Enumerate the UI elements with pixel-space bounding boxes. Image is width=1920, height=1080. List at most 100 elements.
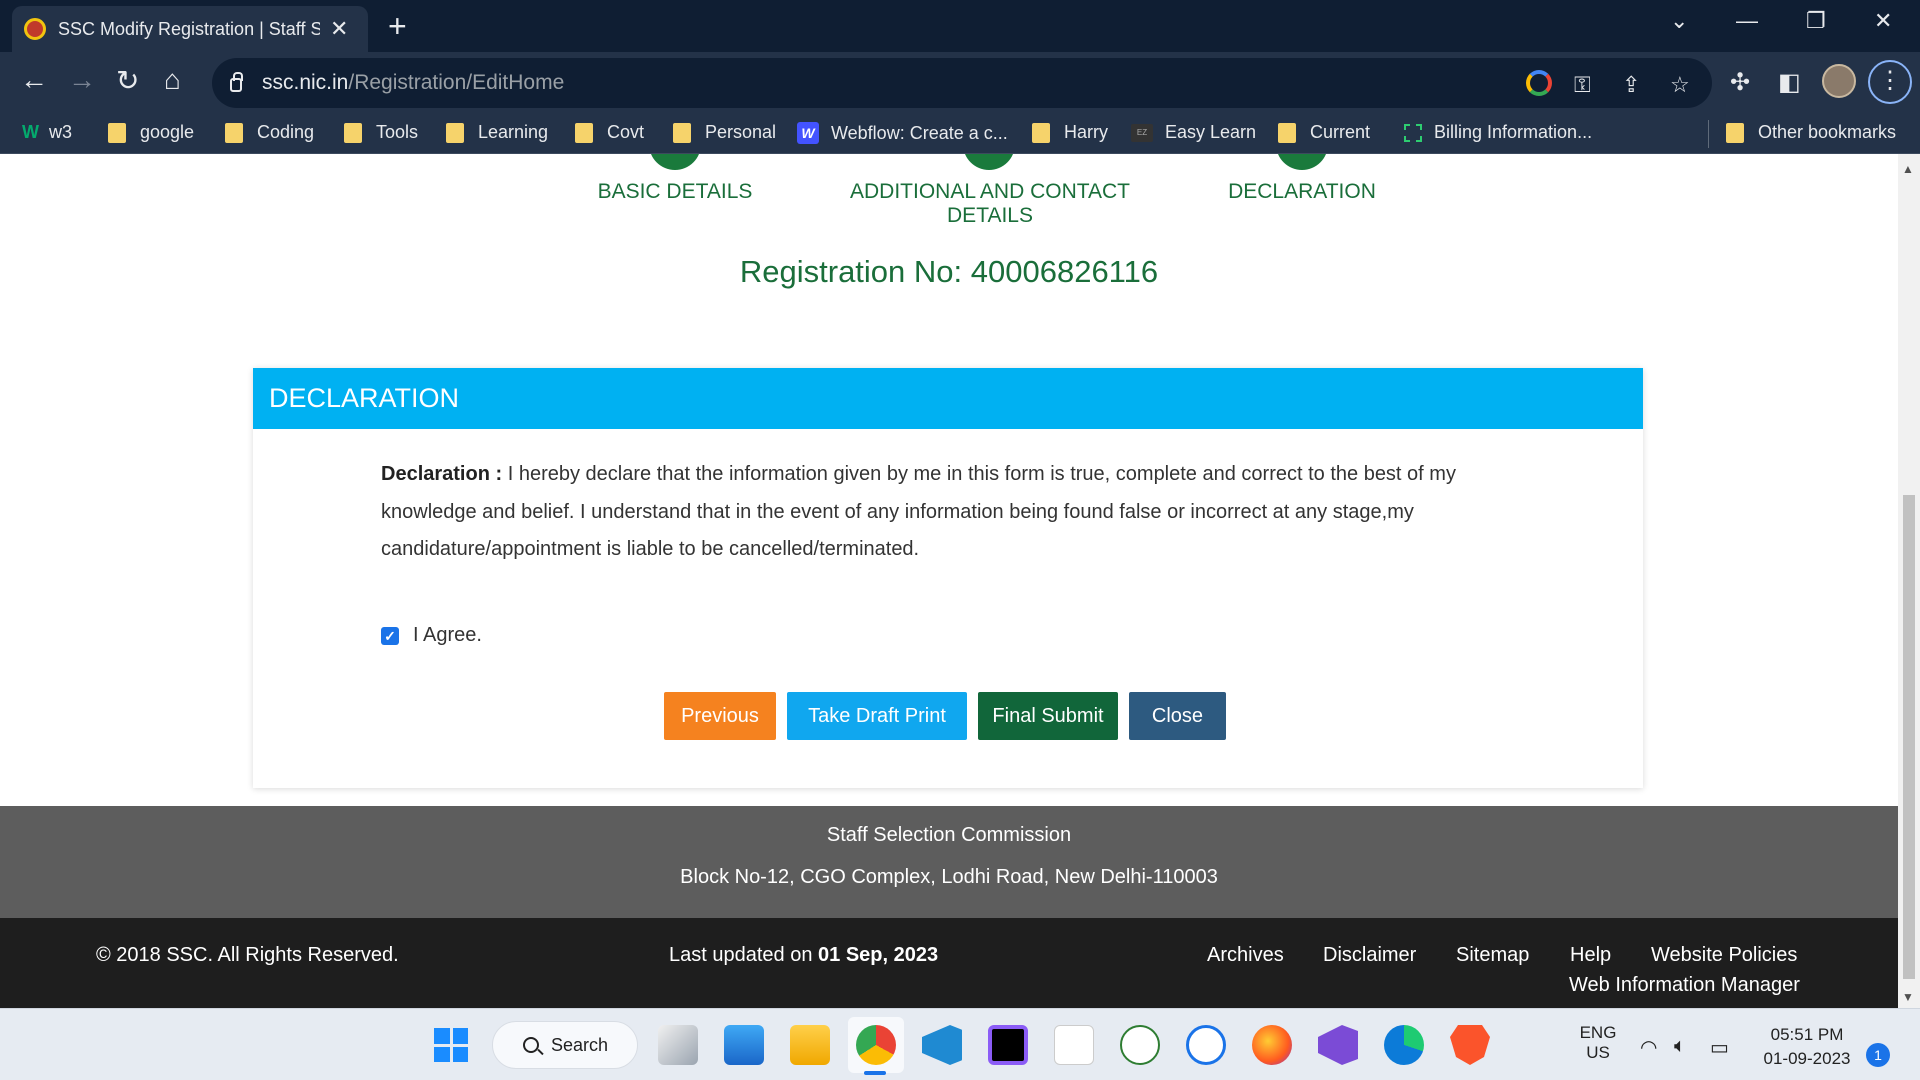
tab-title: SSC Modify Registration | Staff Se bbox=[58, 18, 320, 39]
browser-tab[interactable]: SSC Modify Registration | Staff Se ✕ bbox=[12, 6, 368, 52]
intellij-icon[interactable] bbox=[988, 1025, 1028, 1065]
side-panel-icon[interactable]: ◧ bbox=[1778, 68, 1801, 97]
bookmark-learning[interactable]: Learning bbox=[446, 122, 548, 143]
footer-link-web-info-manager[interactable]: Web Information Manager bbox=[1569, 974, 1800, 997]
url-path: /Registration/EditHome bbox=[348, 71, 565, 94]
agree-label: I Agree. bbox=[413, 624, 482, 646]
input-language[interactable]: ENG US bbox=[1578, 1023, 1618, 1063]
taskbar-search[interactable]: Search bbox=[492, 1021, 638, 1069]
minimize-icon[interactable]: — bbox=[1736, 8, 1758, 34]
profile-avatar[interactable] bbox=[1822, 64, 1856, 98]
bookmark-w3[interactable]: Ww3 bbox=[22, 122, 72, 143]
footer-link-sitemap[interactable]: Sitemap bbox=[1456, 944, 1529, 967]
step-label-basic: BASIC DETAILS bbox=[597, 180, 753, 203]
scroll-up-arrow-icon[interactable]: ▲ bbox=[1902, 162, 1914, 176]
clock[interactable]: 05:51 PM 01-09-2023 bbox=[1752, 1023, 1862, 1071]
scroll-down-arrow-icon[interactable]: ▼ bbox=[1902, 990, 1914, 1004]
last-updated-prefix: Last updated on bbox=[669, 944, 819, 966]
agree-checkbox[interactable]: ✓ bbox=[381, 626, 399, 645]
bookmarks-divider bbox=[1708, 120, 1709, 148]
bookmark-tools[interactable]: Tools bbox=[344, 122, 418, 143]
tab-search-chevron-icon[interactable]: ⌄ bbox=[1670, 8, 1688, 34]
restore-icon[interactable]: ❐ bbox=[1806, 8, 1826, 34]
footer-bottom-bar: © 2018 SSC. All Rights Reserved. Last up… bbox=[0, 918, 1898, 1008]
previous-button[interactable]: Previous bbox=[664, 692, 776, 740]
footer-link-website-policies[interactable]: Website Policies bbox=[1651, 944, 1797, 967]
bookmark-star-icon[interactable]: ☆ bbox=[1670, 72, 1690, 98]
declaration-text: Declaration : I hereby declare that the … bbox=[381, 456, 1521, 569]
footer-link-archives[interactable]: Archives bbox=[1207, 944, 1284, 967]
final-submit-button[interactable]: Final Submit bbox=[978, 692, 1118, 740]
step-indicator-additional bbox=[963, 154, 1015, 170]
folder-icon bbox=[344, 122, 362, 143]
bookmark-harry[interactable]: Harry bbox=[1032, 122, 1108, 143]
bookmark-other[interactable]: Other bookmarks bbox=[1726, 122, 1896, 143]
step-label-declaration: DECLARATION bbox=[1228, 180, 1376, 203]
tab-close-icon[interactable]: ✕ bbox=[330, 16, 348, 42]
app-store-icon[interactable] bbox=[1186, 1025, 1226, 1065]
registration-number: Registration No: 40006826116 bbox=[739, 254, 1159, 289]
bookmark-webflow[interactable]: W Webflow: Create a c... bbox=[797, 122, 1008, 144]
folder-icon bbox=[575, 122, 593, 143]
footer-last-updated: Last updated on 01 Sep, 2023 bbox=[669, 944, 938, 967]
folder-icon bbox=[225, 122, 243, 143]
page-content: BASIC DETAILS ADDITIONAL AND CONTACT DET… bbox=[0, 154, 1898, 1008]
volume-icon[interactable]: 🔈︎ bbox=[1674, 1035, 1686, 1058]
footer-link-help[interactable]: Help bbox=[1570, 944, 1611, 967]
bookmark-personal[interactable]: Personal bbox=[673, 122, 776, 143]
desktop-app-icon[interactable] bbox=[724, 1025, 764, 1065]
wifi-icon[interactable]: ◠ bbox=[1640, 1035, 1657, 1060]
visual-studio-icon[interactable] bbox=[1318, 1025, 1358, 1065]
battery-icon[interactable]: ▭ bbox=[1710, 1035, 1729, 1060]
w3-icon: W bbox=[22, 122, 39, 142]
declaration-body: I hereby declare that the information gi… bbox=[381, 463, 1456, 560]
step-label-additional: ADDITIONAL AND CONTACT DETAILS bbox=[849, 180, 1131, 227]
url-host: ssc.nic.in bbox=[262, 71, 349, 94]
bookmark-google[interactable]: google bbox=[108, 122, 194, 143]
windows-taskbar: Search ENG US ◠ 🔈︎ ▭ 05:51 PM 01-09-2023 1 bbox=[0, 1008, 1920, 1080]
footer-address: Block No-12, CGO Complex, Lodhi Road, Ne… bbox=[680, 866, 1218, 888]
folder-icon bbox=[1278, 122, 1296, 143]
mongodb-icon[interactable] bbox=[1120, 1025, 1160, 1065]
bookmark-easy-learn[interactable]: EZ Easy Learn bbox=[1131, 122, 1256, 143]
file-explorer-icon[interactable] bbox=[790, 1025, 830, 1065]
edge-icon[interactable] bbox=[1384, 1025, 1424, 1065]
google-lens-icon[interactable] bbox=[1526, 70, 1552, 96]
new-tab-button[interactable]: + bbox=[388, 8, 407, 45]
folder-icon bbox=[108, 122, 126, 143]
chrome-menu-icon[interactable]: ⋮ bbox=[1868, 60, 1912, 104]
back-arrow-icon[interactable]: ← bbox=[20, 64, 48, 96]
home-icon[interactable]: ⌂ bbox=[164, 64, 181, 96]
window-close-icon[interactable]: ✕ bbox=[1874, 8, 1892, 34]
agree-row[interactable]: ✓ I Agree. bbox=[381, 624, 482, 647]
forward-arrow-icon[interactable]: → bbox=[68, 64, 96, 96]
footer-link-disclaimer[interactable]: Disclaimer bbox=[1323, 944, 1416, 967]
notification-badge[interactable]: 1 bbox=[1866, 1043, 1890, 1067]
task-view-icon[interactable] bbox=[658, 1025, 698, 1065]
footer-address-band: Staff Selection Commission Block No-12, … bbox=[0, 806, 1898, 918]
reload-icon[interactable]: ↻ bbox=[116, 64, 139, 97]
take-draft-print-button[interactable]: Take Draft Print bbox=[787, 692, 967, 740]
brave-icon[interactable] bbox=[1450, 1025, 1490, 1065]
chrome-icon[interactable] bbox=[856, 1025, 896, 1065]
bookmark-current[interactable]: Current bbox=[1278, 122, 1370, 143]
step-indicator-declaration bbox=[1276, 154, 1328, 170]
close-button[interactable]: Close bbox=[1129, 692, 1226, 740]
bookmark-covt[interactable]: Covt bbox=[575, 122, 644, 143]
footer-org-name: Staff Selection Commission bbox=[826, 824, 1072, 846]
vscode-icon[interactable] bbox=[922, 1025, 962, 1065]
mongodb-compass-icon[interactable] bbox=[1054, 1025, 1094, 1065]
password-key-icon[interactable]: ⚿ bbox=[1574, 72, 1591, 98]
address-bar[interactable]: ssc.nic.in/Registration/EditHome ⚿ ⇪ ☆ bbox=[212, 58, 1712, 108]
bookmark-coding[interactable]: Coding bbox=[225, 122, 314, 143]
share-icon[interactable]: ⇪ bbox=[1622, 72, 1640, 98]
bookmark-billing[interactable]: Billing Information... bbox=[1404, 122, 1592, 143]
extensions-puzzle-icon[interactable]: ✣ bbox=[1730, 68, 1750, 97]
search-icon bbox=[523, 1037, 539, 1053]
folder-icon bbox=[1726, 122, 1744, 143]
windows-start-icon[interactable] bbox=[434, 1028, 468, 1062]
page-scrollbar-thumb[interactable] bbox=[1898, 490, 1920, 984]
step-indicator-basic bbox=[649, 154, 701, 170]
taskbar-search-label: Search bbox=[551, 1034, 609, 1055]
firefox-icon[interactable] bbox=[1252, 1025, 1292, 1065]
